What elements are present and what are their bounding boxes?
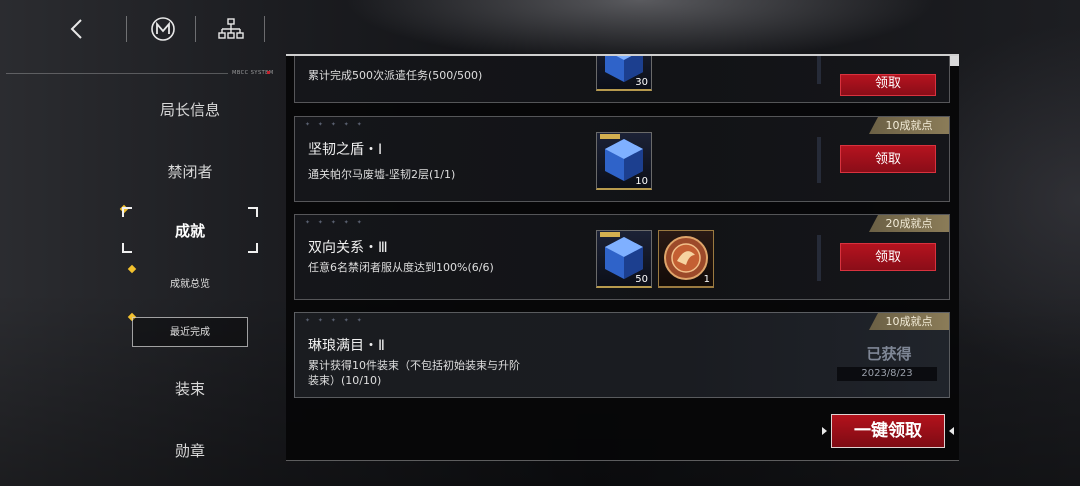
achievement-title: 双向关系・Ⅲ: [308, 240, 388, 256]
nav-item-medals[interactable]: 勋章: [130, 440, 250, 461]
m-emblem-icon: [151, 17, 175, 41]
divider: [817, 235, 821, 281]
achievement-card: ✦ ✦ ✦ ✦ ✦ 10成就点 坚韧之盾・Ⅰ 通关帕尔马废墟-坚韧2层(1/1)…: [294, 116, 950, 202]
nav-item-director-info[interactable]: 局长信息: [130, 99, 250, 120]
logo-button[interactable]: [146, 12, 180, 46]
achievement-card: 累计完成500次派遣任务(500/500) 30 领取: [294, 56, 950, 103]
reward-qty: 50: [635, 274, 648, 285]
reward-qty: 1: [703, 274, 710, 285]
arrow-right-icon: [822, 427, 827, 435]
nav-item-label: 成就: [174, 222, 205, 240]
points-badge: 20成就点: [869, 215, 949, 232]
divider: [126, 16, 127, 42]
divider: [817, 56, 821, 84]
divider: [264, 16, 265, 42]
decor-dots: ✦ ✦ ✦ ✦ ✦: [305, 317, 365, 324]
achievement-card: ✦ ✦ ✦ ✦ ✦ 20成就点 双向关系・Ⅲ 任意6名禁闭者服从度达到100%(…: [294, 214, 950, 300]
top-bar: [0, 0, 286, 58]
sub-item-overview[interactable]: 成就总览: [132, 270, 248, 300]
achievement-desc: 任意6名禁闭者服从度达到100%(6/6): [308, 261, 494, 274]
claim-all-container: 一键领取: [822, 414, 954, 450]
claim-button[interactable]: 领取: [840, 243, 936, 271]
hierarchy-icon: [218, 18, 244, 39]
divider: [195, 16, 196, 42]
reward-item[interactable]: 1: [658, 230, 714, 288]
system-dot: [267, 71, 270, 74]
achievement-title: 坚韧之盾・Ⅰ: [308, 142, 383, 158]
nav-item-achievements[interactable]: 成就: [122, 207, 258, 253]
reward-item[interactable]: 50: [596, 230, 652, 288]
reward-qty: 30: [635, 77, 648, 88]
corner-bracket: [248, 207, 258, 217]
corner-bracket: [122, 243, 132, 253]
obtained-date: 2023/8/23: [837, 367, 937, 381]
nav-item-costumes[interactable]: 装束: [130, 378, 250, 399]
divider: [817, 137, 821, 183]
reward-item[interactable]: 10: [596, 132, 652, 190]
achievement-card: ✦ ✦ ✦ ✦ ✦ 10成就点 琳琅满目・Ⅱ 累计获得10件装束（不包括初始装束…: [294, 312, 950, 398]
achievement-panel[interactable]: MBCC 累计完成500次派遣任务(500/500) 30 领取 ✦ ✦ ✦ ✦…: [286, 54, 959, 461]
achievement-desc: 累计完成500次派遣任务(500/500): [308, 69, 483, 82]
corner-bracket: [248, 243, 258, 253]
obtained-status: 已获得: [866, 345, 912, 363]
back-button[interactable]: [60, 12, 94, 46]
points-badge: 10成就点: [869, 117, 949, 134]
achievement-desc: 通关帕尔马废墟-坚韧2层(1/1): [308, 168, 456, 181]
arrow-left-icon: [949, 427, 954, 435]
achievement-title: 琳琅满目・Ⅱ: [308, 338, 385, 354]
system-line: [6, 73, 228, 74]
decor-dots: ✦ ✦ ✦ ✦ ✦: [305, 121, 365, 128]
nav-item-prisoners[interactable]: 禁闭者: [130, 161, 250, 182]
claim-all-button[interactable]: 一键领取: [831, 414, 945, 448]
reward-qty: 10: [635, 176, 648, 187]
sub-item-recent[interactable]: 最近完成: [132, 317, 248, 347]
points-badge: 10成就点: [869, 313, 949, 330]
decor-dots: ✦ ✦ ✦ ✦ ✦: [305, 219, 365, 226]
claim-button[interactable]: 领取: [840, 74, 936, 96]
claim-button[interactable]: 领取: [840, 145, 936, 173]
reward-item[interactable]: 30: [596, 56, 652, 91]
chevron-left-icon: [70, 19, 82, 39]
achievement-desc: 累计获得10件装束（不包括初始装束与升阶装束）(10/10): [308, 359, 520, 387]
structure-button[interactable]: [214, 12, 248, 46]
corner-bracket: [122, 207, 132, 217]
